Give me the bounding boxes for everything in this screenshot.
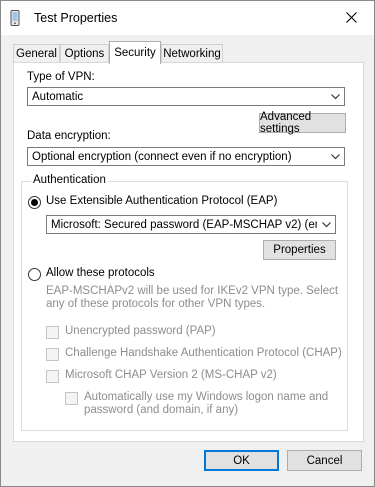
auto-logon-line2: password (and domain, if any)	[84, 404, 239, 416]
chap-label: Challenge Handshake Authentication Proto…	[65, 347, 342, 359]
close-icon	[345, 11, 357, 23]
tab-label: General	[16, 48, 57, 60]
auto-logon-checkbox[interactable]	[65, 392, 78, 405]
tab-general[interactable]: General	[13, 44, 60, 63]
title-bar: Test Properties	[1, 1, 374, 35]
tab-options[interactable]: Options	[60, 44, 109, 63]
allow-protocols-radio[interactable]	[28, 268, 41, 281]
data-encryption-label: Data encryption:	[27, 130, 111, 142]
ok-label: OK	[233, 454, 250, 467]
pap-checkbox[interactable]	[46, 326, 59, 339]
chevron-down-icon	[320, 216, 332, 233]
authentication-title: Authentication	[31, 174, 108, 186]
cancel-button[interactable]: Cancel	[287, 450, 362, 471]
allow-protocols-label[interactable]: Allow these protocols	[46, 267, 155, 279]
eap-option-label[interactable]: Use Extensible Authentication Protocol (…	[46, 195, 277, 207]
eap-method-value: Microsoft: Secured password (EAP-MSCHAP …	[51, 218, 317, 231]
vpn-type-dropdown[interactable]: Automatic	[27, 87, 345, 106]
chevron-down-icon	[329, 148, 341, 165]
pap-label: Unencrypted password (PAP)	[65, 325, 216, 337]
protocol-note-line1: EAP-MSCHAPv2 will be used for IKEv2 VPN …	[46, 285, 339, 297]
tab-label: Security	[114, 47, 156, 59]
properties-label: Properties	[273, 244, 326, 256]
window-title: Test Properties	[34, 11, 118, 25]
advanced-settings-button[interactable]: Advanced settings	[259, 111, 346, 135]
chevron-down-icon	[329, 88, 341, 105]
authentication-group: Authentication Use Extensible Authentica…	[21, 174, 348, 431]
tab-label: Networking	[163, 48, 221, 60]
ok-button[interactable]: OK	[204, 450, 279, 471]
cancel-label: Cancel	[306, 454, 343, 467]
security-panel: Type of VPN: Automatic Advanced settings…	[13, 62, 364, 442]
chap-checkbox[interactable]	[46, 348, 59, 361]
close-button[interactable]	[328, 1, 374, 33]
mschapv2-checkbox[interactable]	[46, 370, 59, 383]
tab-networking[interactable]: Networking	[161, 44, 223, 63]
phone-device-icon	[10, 10, 20, 26]
data-encryption-value: Optional encryption (connect even if no …	[32, 150, 292, 163]
vpn-type-label: Type of VPN:	[27, 71, 95, 83]
data-encryption-dropdown[interactable]: Optional encryption (connect even if no …	[27, 147, 345, 166]
advanced-settings-label: Advanced settings	[260, 111, 312, 135]
tab-security[interactable]: Security	[109, 41, 161, 64]
mschapv2-label: Microsoft CHAP Version 2 (MS-CHAP v2)	[65, 369, 277, 381]
tab-label: Options	[64, 48, 105, 60]
properties-button[interactable]: Properties	[263, 240, 336, 260]
auto-logon-line1: Automatically use my Windows logon name …	[84, 391, 329, 403]
protocol-note-line2: any of these protocols for other VPN typ…	[46, 298, 266, 310]
properties-dialog: Test Properties General Options Security…	[0, 0, 375, 487]
eap-radio[interactable]	[28, 196, 41, 209]
eap-method-dropdown[interactable]: Microsoft: Secured password (EAP-MSCHAP …	[46, 215, 336, 234]
vpn-type-value: Automatic	[32, 90, 84, 103]
